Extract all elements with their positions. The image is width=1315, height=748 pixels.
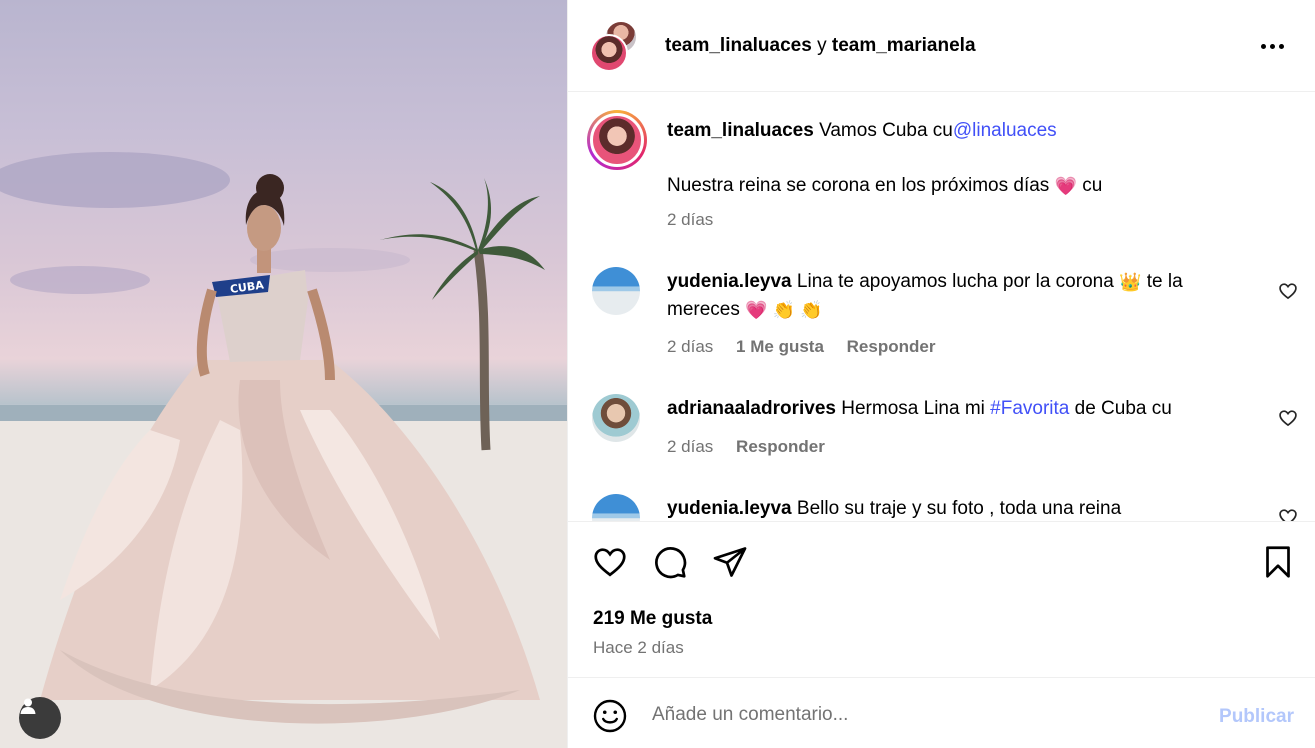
comment-avatar[interactable]	[592, 267, 640, 315]
post-side-panel: team_linaluaces y team_marianela team_li…	[567, 0, 1315, 748]
comment-body: adrianaaladrorives Hermosa Lina mi #Favo…	[667, 395, 1247, 423]
comment-avatar[interactable]	[592, 394, 640, 442]
comment-username[interactable]: adrianaaladrorives	[667, 398, 836, 419]
post-photo[interactable]: CUBA	[0, 0, 567, 748]
post-header: team_linaluaces y team_marianela	[568, 0, 1315, 92]
author-separator: y	[817, 35, 827, 56]
caption-mention[interactable]: @linaluaces	[953, 120, 1057, 141]
comments-list[interactable]: team_linaluaces Vamos Cuba cu@linaluaces…	[568, 93, 1315, 521]
like-comment-heart-icon[interactable]	[1278, 408, 1298, 428]
caption-line-2: Nuestra reina se corona en los próximos …	[667, 172, 1102, 200]
like-comment-heart-icon[interactable]	[1278, 507, 1298, 521]
post-dialog: CUBA team_linaluaces y team_marianela te…	[0, 0, 1315, 748]
like-heart-icon[interactable]	[592, 544, 628, 580]
comment-text: Lina te apoyamos lucha por la corona	[796, 271, 1114, 292]
comment-meta: 2 días 1 Me gusta Responder	[667, 337, 935, 357]
more-options-icon[interactable]	[1261, 38, 1289, 54]
caption-text: Vamos Cuba cu	[819, 120, 953, 141]
likes-count[interactable]: 219 Me gusta	[593, 608, 712, 630]
comment-body: yudenia.leyva Lina te apoyamos lucha por…	[667, 268, 1247, 324]
caption-username[interactable]: team_linaluaces	[667, 120, 814, 141]
comment-bubble-icon[interactable]	[652, 544, 688, 580]
heart-emoji: 💗	[1054, 175, 1078, 196]
post-actions: 219 Me gusta Hace 2 días	[568, 521, 1315, 678]
collab-avatars[interactable]	[590, 20, 638, 72]
author-link[interactable]: team_linaluaces	[665, 35, 812, 56]
crown-emoji: 👑	[1119, 271, 1142, 292]
comment-text: Bello su traje y su foto , toda una rein…	[796, 498, 1122, 519]
emoji-picker-icon[interactable]	[592, 698, 628, 734]
author-link[interactable]: team_marianela	[832, 35, 976, 56]
reply-button[interactable]: Responder	[736, 437, 825, 456]
avatar	[590, 34, 628, 72]
beach-gown-illustration: CUBA	[0, 152, 567, 748]
hashtag-link[interactable]: #Favorita	[990, 398, 1069, 419]
comment-time: 2 días	[667, 437, 714, 456]
comment-text: Hermosa Lina mi	[841, 398, 985, 419]
comment-time: 2 días	[667, 337, 714, 356]
like-comment-heart-icon[interactable]	[1278, 281, 1298, 301]
user-icon	[20, 698, 36, 714]
post-authors: team_linaluaces y team_marianela	[665, 35, 976, 57]
share-send-icon[interactable]	[712, 544, 748, 580]
tagged-user-button[interactable]	[19, 697, 61, 739]
comment-composer: Añade un comentario... Publicar	[568, 678, 1315, 748]
comment-likes[interactable]: 1 Me gusta	[736, 337, 824, 356]
comment-username[interactable]: yudenia.leyva	[667, 271, 792, 292]
comment-text: de Cuba cu	[1074, 398, 1172, 419]
comment-input[interactable]: Añade un comentario...	[652, 704, 1172, 726]
publish-button[interactable]: Publicar	[1219, 706, 1294, 728]
comment-text: mereces	[667, 299, 740, 320]
comment-avatar[interactable]	[592, 494, 640, 521]
comment-meta: 2 días Responder	[667, 437, 825, 457]
caption-avatar[interactable]	[587, 110, 647, 170]
comment-text: te la	[1146, 271, 1183, 292]
comment-username[interactable]: yudenia.leyva	[667, 498, 792, 519]
caption-time: 2 días	[667, 210, 714, 229]
reply-button[interactable]: Responder	[847, 337, 936, 356]
caption-line-1: team_linaluaces Vamos Cuba cu@linaluaces	[667, 117, 1057, 145]
post-time: Hace 2 días	[593, 638, 684, 657]
caption-line2-text: Nuestra reina se corona en los próximos …	[667, 175, 1050, 196]
caption-line2-suffix: cu	[1082, 175, 1103, 196]
heart-clap-emojis: 💗 👏 👏	[745, 299, 823, 320]
save-bookmark-icon[interactable]	[1260, 544, 1296, 580]
comment-body: yudenia.leyva Bello su traje y su foto ,…	[667, 495, 1247, 521]
